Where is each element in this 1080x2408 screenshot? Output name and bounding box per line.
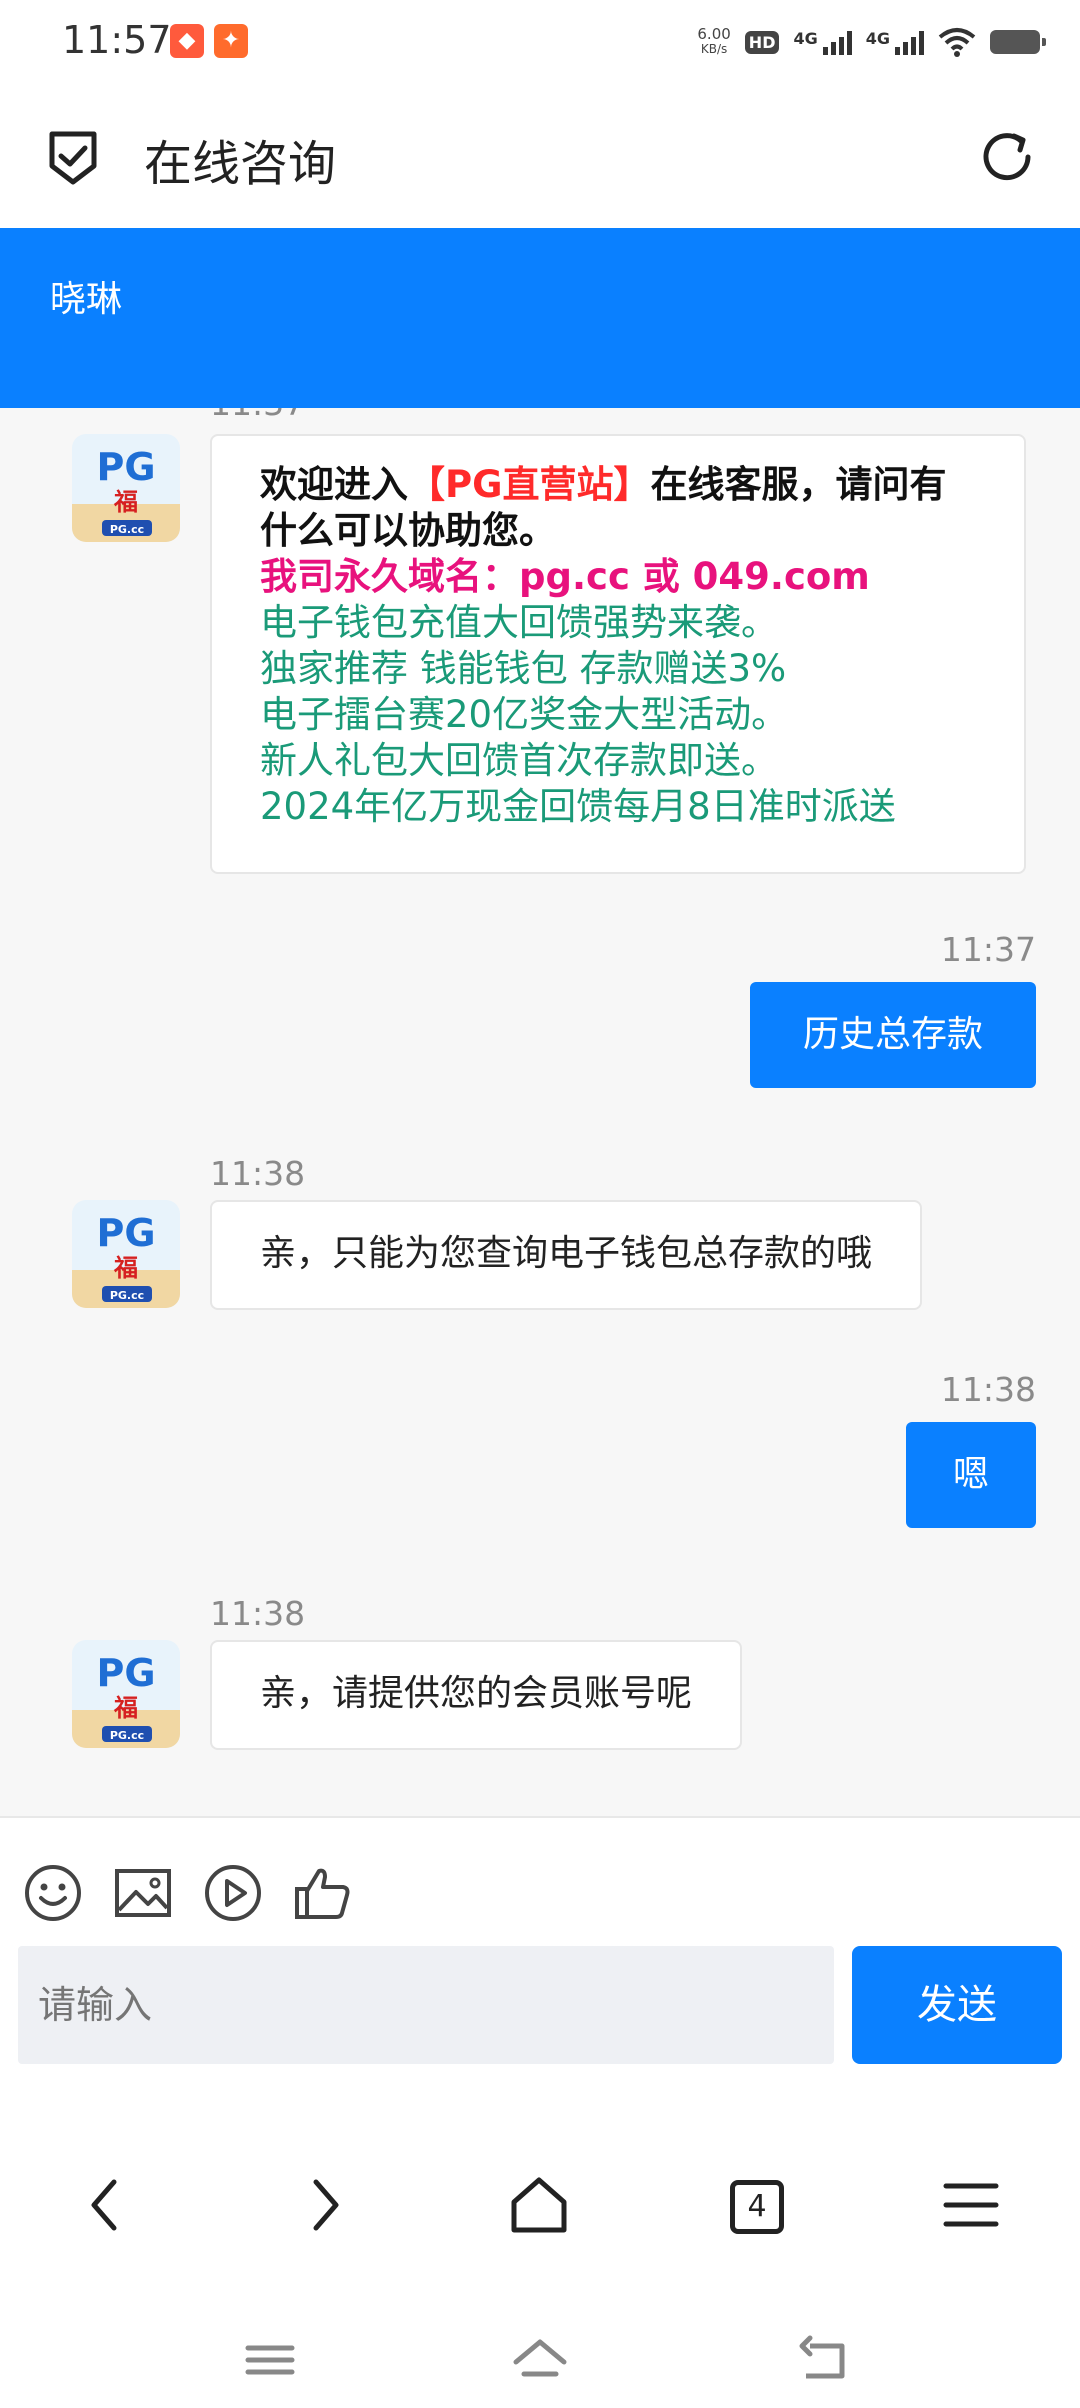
signal-icon: 4G xyxy=(793,29,852,55)
chat-area[interactable]: 11:37 PG 福 PG.cc 欢迎进入【PG直营站】在线客服，请问有 什么可… xyxy=(0,408,1080,1816)
status-time: 11:57 xyxy=(62,18,172,62)
welcome-message-bubble: 欢迎进入【PG直营站】在线客服，请问有 什么可以协助您。 我司永久域名：pg.c… xyxy=(210,434,1026,874)
welcome-text: 在线客服，请问有 xyxy=(650,463,947,506)
agent-message-bubble: 亲，请提供您的会员账号呢 xyxy=(210,1640,743,1750)
page-title: 在线咨询 xyxy=(144,136,337,192)
status-indicators: 6.00 KB/s HD 4G 4G xyxy=(697,22,1046,62)
menu-icon[interactable] xyxy=(936,2170,1006,2240)
avatar-sub-text: PG.cc xyxy=(110,1729,144,1742)
image-icon[interactable] xyxy=(112,1862,174,1924)
domain-line: 我司永久域名：pg.cc 或 049.com xyxy=(260,555,870,598)
promo-line: 2024年亿万现金回馈每月8日准时派送 xyxy=(260,785,896,828)
promo-line: 新人礼包大回馈首次存款即送。 xyxy=(260,739,778,782)
sim2-network-label: 4G xyxy=(865,29,890,48)
browser-navigation: 4 xyxy=(0,2110,1080,2310)
shield-check-icon[interactable] xyxy=(42,126,104,188)
thumbs-up-icon[interactable] xyxy=(292,1862,354,1924)
status-bar: 11:57 ◆ ✦ 6.00 KB/s HD 4G 4G xyxy=(0,0,1080,86)
title-bar: 在线咨询 xyxy=(0,86,1080,228)
network-speed-value: 6.00 xyxy=(697,25,731,43)
message-time: 11:37 xyxy=(210,408,305,423)
user-message-bubble: 嗯 xyxy=(906,1422,1036,1528)
message-input[interactable] xyxy=(18,1946,834,2064)
pg-logo-icon: PG 福 PG.cc xyxy=(72,1200,180,1308)
welcome-line: 欢迎进入【PG直营站】在线客服，请问有 xyxy=(260,462,1024,508)
emoji-icon[interactable] xyxy=(22,1862,84,1924)
message-time: 11:38 xyxy=(940,1370,1036,1409)
home-icon[interactable] xyxy=(504,2170,574,2240)
system-navigation xyxy=(0,2310,1080,2408)
avatar-sub-text: PG.cc xyxy=(110,523,144,536)
message-time: 11:37 xyxy=(940,930,1036,969)
back-icon[interactable] xyxy=(72,2170,142,2240)
brand-name: 【PG直营站】 xyxy=(408,463,651,506)
promo-line: 电子擂台赛20亿奖金大型活动。 xyxy=(260,693,789,736)
app-notification-icon: ✦ xyxy=(214,24,248,58)
composer: 发送 xyxy=(0,1816,1080,2112)
sim1-network-label: 4G xyxy=(793,29,818,48)
welcome-line: 什么可以协助您。 xyxy=(260,509,556,552)
message-time: 11:38 xyxy=(210,1594,306,1633)
system-home-icon[interactable] xyxy=(512,2332,568,2388)
agent-avatar: PG 福 PG.cc xyxy=(72,1200,180,1308)
app-notification-icon: ◆ xyxy=(170,24,204,58)
tabs-button[interactable]: 4 xyxy=(720,2170,790,2240)
wifi-icon xyxy=(938,28,976,57)
agent-avatar: PG 福 PG.cc xyxy=(72,1640,180,1748)
forward-icon[interactable] xyxy=(288,2170,358,2240)
recents-icon[interactable] xyxy=(242,2332,298,2388)
svg-text:福: 福 xyxy=(113,487,138,516)
hd-volte-icon: HD xyxy=(744,30,780,54)
network-speed: 6.00 KB/s xyxy=(697,27,730,57)
refresh-icon[interactable] xyxy=(976,126,1038,188)
signal-icon: 4G xyxy=(866,29,924,55)
avatar-logo-text: PG xyxy=(96,1651,155,1695)
agent-message-bubble: 亲，只能为您查询电子钱包总存款的哦 xyxy=(210,1200,923,1310)
promo-line: 电子钱包充值大回馈强势来袭。 xyxy=(260,601,778,644)
pg-logo-icon: PG 福 PG.cc xyxy=(72,1640,180,1748)
send-button[interactable]: 发送 xyxy=(852,1946,1062,2064)
user-message-bubble: 历史总存款 xyxy=(750,982,1036,1088)
avatar-logo-text: PG xyxy=(96,445,155,489)
message-time: 11:38 xyxy=(210,1154,306,1193)
agent-name: 晓琳 xyxy=(50,279,123,320)
svg-text:福: 福 xyxy=(113,1253,138,1282)
avatar-logo-text: PG xyxy=(96,1211,155,1255)
promo-line: 独家推荐 钱能钱包 存款赠送3% xyxy=(260,647,787,690)
agent-avatar: PG 福 PG.cc xyxy=(72,434,180,542)
tab-count: 4 xyxy=(730,2180,784,2234)
system-back-icon[interactable] xyxy=(796,2332,852,2388)
agent-header: 晓琳 xyxy=(0,228,1080,408)
battery-icon xyxy=(990,30,1046,54)
svg-text:福: 福 xyxy=(113,1693,138,1722)
avatar-sub-text: PG.cc xyxy=(110,1289,144,1302)
network-speed-unit: KB/s xyxy=(700,42,728,56)
video-icon[interactable] xyxy=(202,1862,264,1924)
welcome-text: 欢迎进入 xyxy=(260,463,408,506)
pg-logo-icon: PG 福 PG.cc xyxy=(72,434,180,542)
